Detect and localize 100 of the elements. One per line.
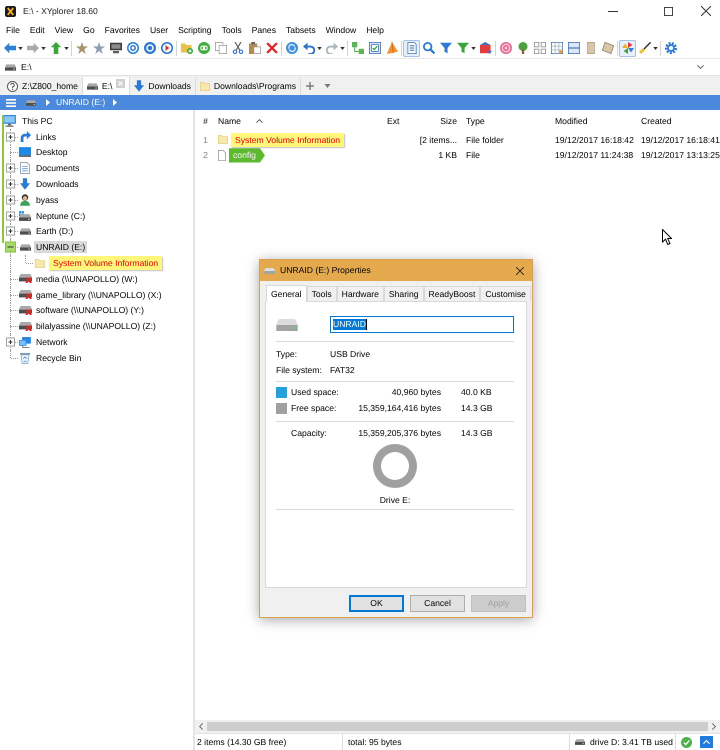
tree-item[interactable]: This PC (20, 114, 55, 128)
menu-item[interactable]: Go (78, 24, 100, 36)
close-icon[interactable] (701, 6, 711, 16)
tree-item[interactable]: bilalyassine (\\UNAPOLLO) (Z:) (34, 320, 158, 332)
menu-item[interactable]: Window (320, 24, 362, 36)
tree-item[interactable]: game_library (\\UNAPOLLO) (X:) (34, 288, 164, 301)
dialog-button[interactable]: OK (349, 595, 404, 612)
drive-name: Drive E: (380, 494, 410, 507)
close-icon[interactable] (516, 266, 524, 274)
dialog-tab[interactable]: Sharing (384, 286, 424, 301)
menu-item[interactable]: View (50, 24, 78, 36)
dropdown-caret-icon[interactable] (317, 46, 322, 50)
column-header[interactable]: Name (214, 116, 383, 126)
tree-item[interactable]: Links (34, 130, 58, 143)
plus-box-icon[interactable] (6, 195, 15, 204)
tree-item[interactable]: Network (34, 336, 70, 348)
modified-date: 19/12/2017 16:18:42 (555, 134, 634, 145)
star-icon (76, 42, 88, 54)
maximize-icon[interactable] (664, 6, 673, 16)
dialog-tab[interactable]: ReadyBoost (424, 286, 480, 301)
checkbox-window-icon (368, 42, 380, 54)
dropdown-caret-icon[interactable] (653, 46, 658, 50)
dialog-tab[interactable]: Hardware (336, 286, 384, 301)
plus-box-icon[interactable] (6, 164, 15, 173)
horizontal-scrollbar[interactable] (195, 720, 720, 733)
column-header[interactable]: Created (637, 116, 720, 126)
dropdown-caret-icon[interactable] (471, 46, 476, 50)
plus-box-icon[interactable] (6, 211, 15, 220)
scissors-icon (232, 42, 244, 54)
tree-item[interactable]: software (\\UNAPOLLO) (Y:) (34, 304, 146, 317)
menu-item[interactable]: Help (361, 24, 389, 36)
menu-item[interactable]: Tools (216, 24, 247, 36)
plus-box-icon[interactable] (6, 338, 15, 347)
dropdown-caret-icon[interactable] (64, 46, 69, 50)
tree-item[interactable]: Desktop (34, 146, 70, 159)
dialog-title: UNRAID (E:) Properties (280, 265, 371, 276)
dialog-tab[interactable]: Customise (480, 286, 531, 301)
menu-item[interactable]: Tabsets (281, 24, 321, 36)
plus-icon[interactable] (306, 82, 314, 90)
chevron-left-icon[interactable] (199, 723, 203, 730)
scrollbar-thumb[interactable] (207, 722, 708, 731)
dialog-tab[interactable]: Tools (306, 286, 337, 301)
column-header[interactable]: Modified (551, 116, 637, 126)
collapse-button[interactable] (700, 736, 713, 748)
menu-item[interactable]: Favorites (100, 24, 145, 36)
split-pane-icon (568, 42, 580, 54)
tab[interactable]: E:\ (82, 77, 130, 95)
created-date: 19/12/2017 16:18:41 (641, 134, 720, 145)
chevron-down-icon[interactable] (697, 65, 704, 69)
dialog-tab[interactable]: General (266, 285, 307, 302)
column-header[interactable]: Size (413, 116, 462, 126)
column-header[interactable]: # (197, 116, 214, 126)
tree-item[interactable]: Recycle Bin (34, 352, 84, 364)
tree-item[interactable]: Documents (34, 162, 82, 174)
system-drive-icon (19, 210, 31, 221)
toolbar-button[interactable] (636, 40, 653, 56)
menu-item[interactable]: Panes (246, 24, 281, 36)
caret-right-icon[interactable] (46, 99, 50, 106)
field-value: USB Drive (330, 348, 370, 360)
dropdown-caret-icon[interactable] (18, 46, 23, 50)
tree-item[interactable]: media (\\UNAPOLLO) (W:) (34, 272, 140, 286)
field-label: Type: (276, 348, 298, 360)
byte-count: 15,359,205,376 bytes (358, 428, 441, 438)
column-header[interactable]: Ext (383, 116, 413, 126)
minimize-icon[interactable] (608, 10, 618, 12)
menu-item[interactable]: File (1, 24, 25, 36)
download-arrow-icon (20, 178, 30, 190)
caret-down-icon[interactable] (324, 84, 332, 88)
dropdown-caret-icon[interactable] (41, 46, 46, 50)
menu-item[interactable]: Edit (24, 24, 50, 36)
dropdown-caret-icon[interactable] (340, 46, 345, 50)
menu-item[interactable]: Scripting (173, 24, 217, 36)
name-field[interactable]: UNRAID (330, 316, 514, 333)
folder-icon (200, 82, 210, 90)
desktop-icon (19, 147, 31, 158)
chevron-right-icon[interactable] (712, 723, 716, 730)
tree-item[interactable]: Downloads (34, 178, 81, 190)
breadcrumb-item[interactable]: UNRAID (E:) (56, 97, 106, 108)
menu-icon[interactable] (6, 98, 16, 106)
plus-box-icon[interactable] (6, 226, 15, 236)
clipboard-icon (248, 42, 260, 54)
tree-item[interactable]: Earth (D:) (34, 225, 76, 238)
drive-icon (5, 64, 16, 70)
toolbar-button[interactable] (246, 40, 263, 56)
tilted-page-icon (602, 42, 614, 54)
column-header[interactable]: Type (462, 116, 551, 126)
plus-box-icon[interactable] (6, 132, 15, 142)
caret-right-icon[interactable] (113, 99, 118, 106)
tree-item[interactable]: byass (34, 194, 60, 206)
file-name[interactable]: System Volume Information (231, 132, 344, 147)
menu-item[interactable]: User (144, 24, 174, 36)
tree-item[interactable]: UNRAID (E:) (34, 241, 88, 254)
dialog-button[interactable]: Cancel (410, 595, 465, 612)
star-icon (92, 42, 104, 54)
folder-icon (35, 258, 45, 268)
plus-box-icon[interactable] (6, 180, 15, 189)
tree-item[interactable]: System Volume Information (49, 256, 162, 270)
tree-item[interactable]: Neptune (C:) (34, 210, 88, 222)
address-field[interactable]: E:\ (0, 58, 720, 76)
minus-box-icon[interactable] (5, 242, 16, 253)
